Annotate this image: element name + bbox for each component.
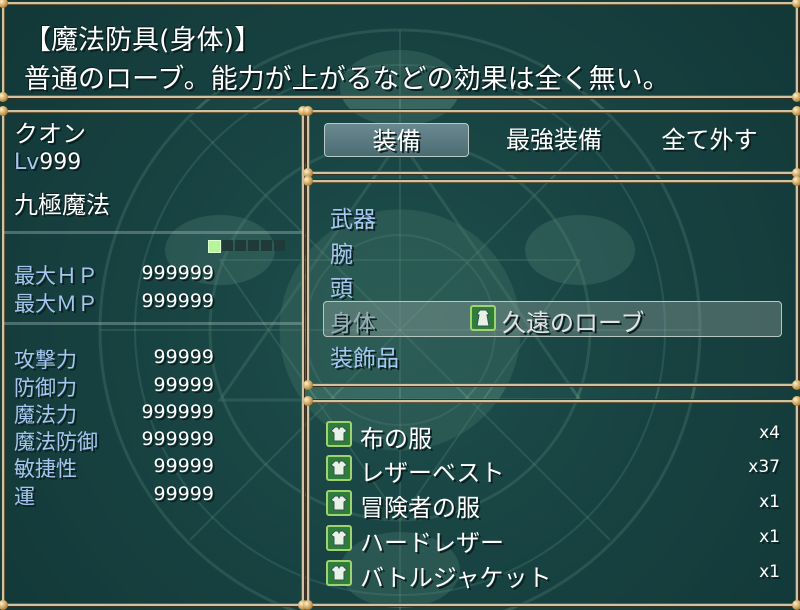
shirt-icon (326, 421, 352, 447)
list-item[interactable]: 布の服 x4 (326, 419, 780, 453)
actor-class: 九極魔法 (14, 191, 110, 219)
corner-ornament (792, 176, 800, 186)
item-quantity: x1 (759, 562, 780, 582)
shirt-icon (326, 490, 352, 516)
stat-value-agi: 99999 (153, 455, 214, 477)
shirt-icon (326, 455, 352, 481)
corner-ornament (0, 600, 8, 610)
stat-value-luk: 99999 (153, 483, 214, 505)
corner-ornament (303, 380, 313, 390)
help-title: 【魔法防具(身体)】 (24, 25, 262, 56)
item-name: ハードレザー (360, 529, 504, 557)
corner-ornament (0, 0, 8, 8)
actor-name: クオン (14, 120, 86, 148)
list-item[interactable]: ハードレザー x1 (326, 523, 780, 557)
help-window: 【魔法防具(身体)】 普通のローブ。能力が上がるなどの効果は全く無い。 (0, 0, 800, 102)
corner-ornament (0, 92, 8, 102)
corner-ornament (792, 0, 800, 8)
corner-ornament (303, 396, 313, 406)
stat-label-atk: 攻撃力 (14, 348, 77, 372)
corner-ornament (792, 106, 800, 116)
item-name: 冒険者の服 (360, 494, 480, 522)
equip-command-button[interactable]: 装備 (324, 123, 469, 157)
section-divider (4, 231, 302, 234)
stat-label-mdf: 魔法防御 (14, 430, 98, 454)
stat-label-luk: 運 (14, 485, 35, 509)
stat-label-def: 防御力 (14, 376, 77, 400)
actor-level: Lv999 (14, 150, 81, 175)
help-description: 普通のローブ。能力が上がるなどの効果は全く無い。 (24, 64, 670, 95)
gauge-cell (248, 240, 259, 251)
gauge-cell (235, 240, 246, 251)
slot-weapon[interactable]: 武器 (330, 200, 376, 234)
stat-value-mdf: 999999 (141, 428, 214, 450)
gauge-cell (208, 240, 221, 253)
slot-head[interactable]: 頭 (330, 269, 353, 303)
corner-ornament (0, 106, 8, 116)
stat-label-mhp: 最大ＨＰ (14, 264, 98, 288)
corner-ornament (792, 600, 800, 610)
list-item[interactable]: バトルジャケット x1 (326, 558, 780, 592)
clear-command-button[interactable]: 全て外す (637, 123, 782, 157)
slot-body[interactable]: 身体 (330, 304, 376, 338)
gauge-cell (222, 240, 233, 251)
item-quantity: x37 (748, 457, 780, 477)
shirt-icon (326, 560, 352, 586)
item-quantity: x1 (759, 527, 780, 547)
corner-ornament (792, 396, 800, 406)
corner-ornament (303, 176, 313, 186)
stat-value-mmp: 999999 (141, 290, 214, 312)
list-item[interactable]: レザーベスト x37 (326, 453, 780, 487)
optimize-command-button[interactable]: 最強装備 (479, 123, 629, 157)
slot-body-item: 久遠のローブ (502, 309, 645, 337)
slot-arm[interactable]: 腕 (330, 235, 353, 269)
item-name: バトルジャケット (360, 564, 552, 592)
list-item[interactable]: 冒険者の服 x1 (326, 488, 780, 522)
item-name: レザーベスト (360, 459, 505, 487)
corner-ornament (792, 92, 800, 102)
stat-label-mat: 魔法力 (14, 403, 77, 427)
stat-value-atk: 99999 (153, 346, 214, 368)
robe-icon (470, 305, 496, 331)
item-quantity: x4 (759, 423, 780, 443)
level-value: 999 (39, 150, 82, 175)
item-quantity: x1 (759, 492, 780, 512)
corner-ornament (303, 600, 313, 610)
section-divider (4, 322, 302, 325)
gauge-cell (274, 240, 285, 251)
corner-ornament (303, 106, 313, 116)
gauge-cell (261, 240, 272, 251)
slot-accessory[interactable]: 装飾品 (330, 339, 399, 373)
stat-value-def: 99999 (153, 374, 214, 396)
stat-label-agi: 敏捷性 (14, 457, 77, 481)
stat-value-mhp: 999999 (141, 262, 214, 284)
stat-label-mmp: 最大ＭＰ (14, 292, 98, 316)
shirt-icon (326, 525, 352, 551)
level-label: Lv (14, 150, 40, 175)
corner-ornament (792, 380, 800, 390)
stat-value-mat: 999999 (141, 401, 214, 423)
item-name: 布の服 (360, 425, 432, 453)
